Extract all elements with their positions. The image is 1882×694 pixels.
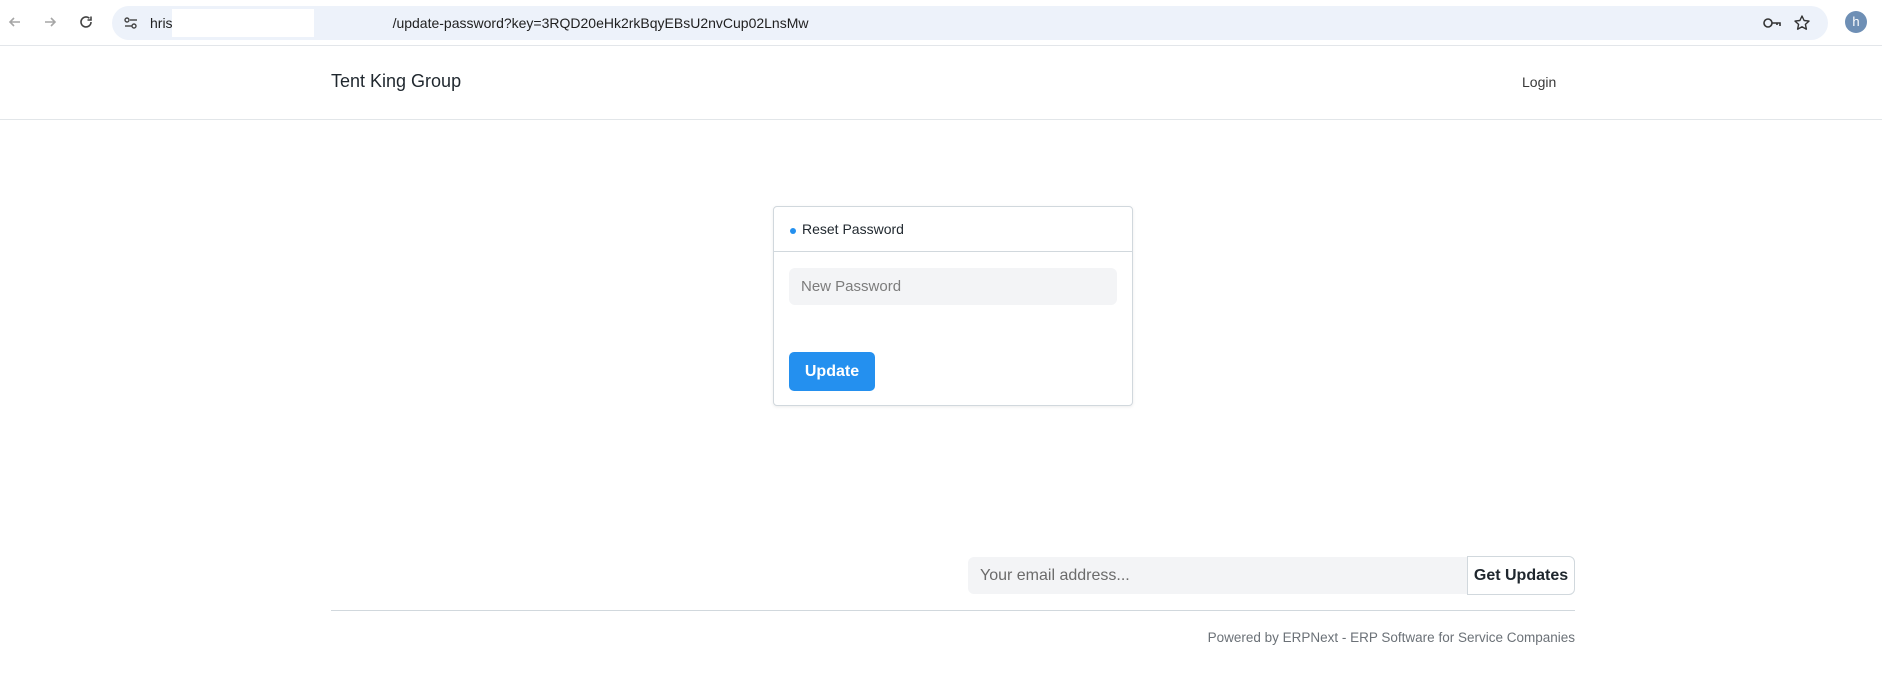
login-link[interactable]: Login: [1522, 74, 1556, 90]
powered-by-link[interactable]: Powered by ERPNext - ERP Software for Se…: [1208, 630, 1575, 645]
card-title: Reset Password: [802, 221, 904, 237]
card-header: Reset Password: [774, 207, 1132, 252]
update-button[interactable]: Update: [789, 352, 875, 391]
address-bar[interactable]: hris/update-password?key=3RQD20eHk2rkBqy…: [112, 6, 1828, 40]
profile-avatar[interactable]: h: [1845, 11, 1867, 33]
site-navbar: Tent King Group Login: [0, 47, 1882, 120]
url-prefix: hris: [150, 15, 173, 31]
reload-button[interactable]: [75, 11, 97, 33]
brand-name[interactable]: Tent King Group: [331, 71, 461, 92]
arrow-left-icon: [8, 17, 20, 27]
star-icon[interactable]: [1792, 13, 1812, 33]
url-redaction: [172, 9, 314, 37]
back-button[interactable]: [4, 11, 26, 33]
arrow-right-icon: [45, 17, 57, 27]
email-subscribe-input[interactable]: [968, 557, 1468, 594]
tune-icon[interactable]: [122, 14, 140, 32]
url-path: /update-password?key=3RQD20eHk2rkBqyEBsU…: [392, 15, 809, 31]
reset-password-card: Reset Password Update: [773, 206, 1133, 406]
footer-divider: [331, 610, 1575, 611]
reload-icon: [80, 16, 92, 28]
forward-button[interactable]: [39, 11, 61, 33]
new-password-input[interactable]: [789, 268, 1117, 305]
key-icon[interactable]: [1762, 13, 1782, 33]
indicator-dot: [790, 228, 796, 234]
browser-toolbar: hris/update-password?key=3RQD20eHk2rkBqy…: [0, 0, 1882, 46]
get-updates-button[interactable]: Get Updates: [1467, 556, 1575, 595]
